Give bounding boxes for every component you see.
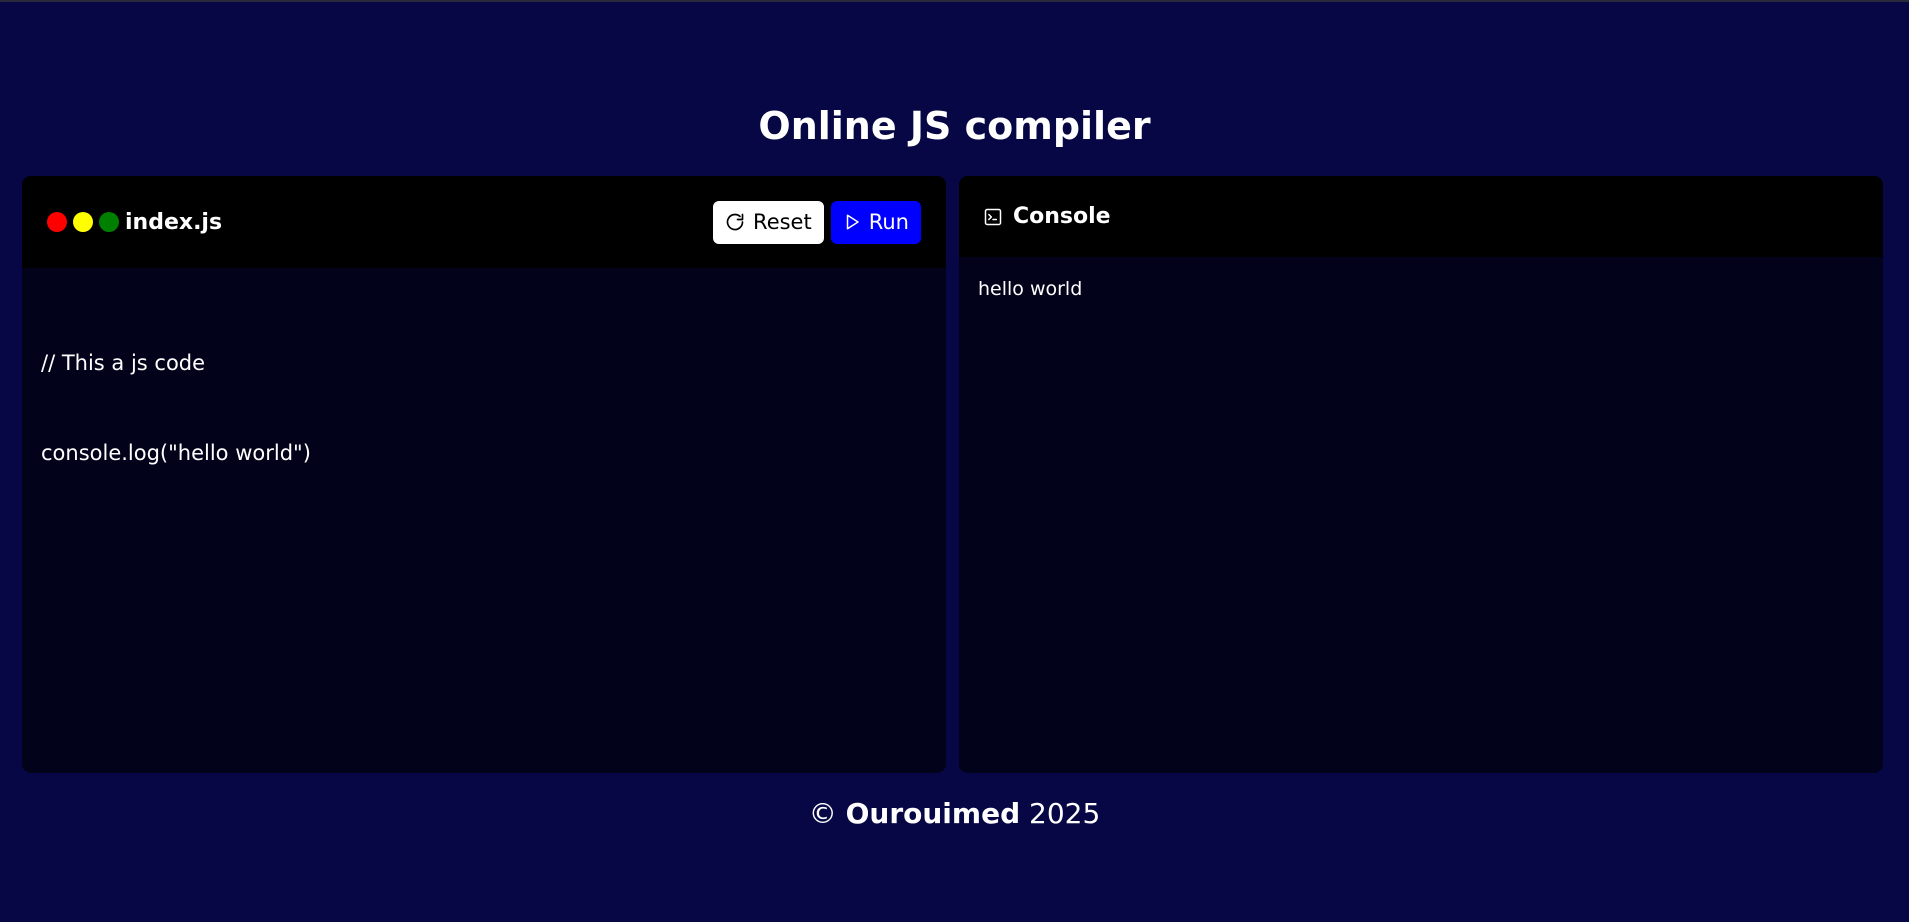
terminal-icon <box>983 207 1003 227</box>
page-title: Online JS compiler <box>758 104 1151 148</box>
copyright-symbol: © <box>808 797 837 830</box>
code-editor[interactable]: // This a js code console.log("hello wor… <box>22 268 946 548</box>
filename-label: index.js <box>125 209 223 235</box>
console-output: hello world <box>959 257 1883 321</box>
maximize-dot-icon <box>99 212 119 232</box>
close-dot-icon <box>47 212 67 232</box>
editor-header: index.js Reset Run <box>22 176 946 268</box>
footer-year: 2025 <box>1029 797 1101 830</box>
run-label: Run <box>868 210 909 234</box>
code-line: // This a js code <box>41 351 206 375</box>
reset-icon <box>725 212 745 232</box>
play-icon <box>843 212 861 232</box>
run-button[interactable]: Run <box>830 200 921 244</box>
editor-panel: index.js Reset Run // This a js code con… <box>22 176 946 773</box>
reset-label: Reset <box>753 210 812 234</box>
code-line: console.log("hello world") <box>41 441 311 465</box>
footer-author: Ourouimed <box>845 797 1021 830</box>
footer: © Ourouimed 2025 <box>0 794 1909 834</box>
reset-button[interactable]: Reset <box>713 200 824 244</box>
console-panel: Console hello world <box>959 176 1883 773</box>
console-title: Console <box>1013 204 1111 229</box>
console-header: Console <box>959 176 1883 257</box>
console-output-line: hello world <box>978 278 1083 300</box>
minimize-dot-icon <box>73 212 93 232</box>
